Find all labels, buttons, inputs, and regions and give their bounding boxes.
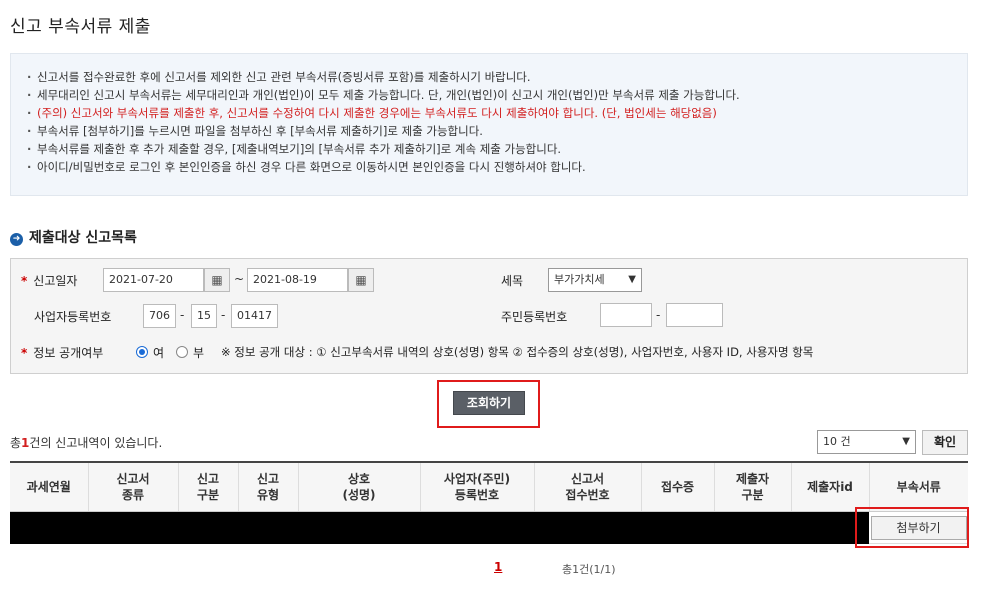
date-tilde: ~ [234,272,245,286]
notice-item: 세무대리인 신고시 부속서류는 세무대리인과 개인(법인)이 모두 제출 가능합… [27,86,967,104]
count-prefix: 총 [10,436,22,450]
attach-button-highlight [855,507,969,548]
page-title: 신고 부속서류 제출 [10,17,151,37]
notice-list: 신고서를 접수완료한 후에 신고서를 제외한 신고 관련 부속서류(증빙서류 포… [11,54,967,176]
notice-item: 아이디/비밀번호로 로그인 후 본인인증을 하신 경우 다른 화면으로 이동하시… [27,158,967,176]
page-link-1[interactable]: 1 [494,560,502,574]
tax-select[interactable]: 부가가치세 ▼ [548,268,642,292]
col-header: 과세연월 [10,461,88,512]
table-header-row: 과세연월 신고서 종류 신고 구분 신고 유형 상호 (성명) 사업자(주민) … [10,461,968,512]
tax-label: 세목 [501,274,524,288]
result-count: 총1건의 신고내역이 있습니다. [10,434,162,451]
confirm-button[interactable]: 확인 [922,430,968,455]
page-size-value: 10 건 [823,435,851,448]
disclose-label: * 정보 공개여부 [21,344,103,361]
notice-item: 신고서를 접수완료한 후에 신고서를 제외한 신고 관련 부속서류(증빙서류 포… [27,68,967,86]
bizno-field-3[interactable]: 01417 [231,304,278,328]
tax-select-value: 부가가치세 [554,273,605,286]
bizno-field-2[interactable]: 15 [191,304,217,328]
disclose-yes-label: 여 [153,346,165,360]
notice-item: 부속서류를 제출한 후 추가 제출할 경우, [제출내역보기]의 [부속서류 추… [27,140,967,158]
col-header: 신고서 종류 [87,461,178,512]
section-title: ➜ 제출대상 신고목록 [10,227,137,247]
table-row: 첨부하기 [10,511,968,544]
chevron-down-icon: ▼ [628,274,636,285]
disclose-no-radio[interactable] [176,346,188,358]
chevron-down-icon: ▼ [902,436,910,447]
notice-item-warning: (주의) 신고서와 부속서류를 제출한 후, 신고서를 수정하여 다시 제출한 … [27,104,967,122]
date-label: * 신고일자 [21,272,77,289]
disclose-note: ※ 정보 공개 대상 : ① 신고부속서류 내역의 상호(성명) 항목 ② 접수… [221,345,814,359]
calendar-icon[interactable]: ▦ [204,268,230,292]
required-mark: * [21,346,28,360]
section-title-text: 제출대상 신고목록 [29,230,137,246]
col-header: 사업자(주민) 등록번호 [419,461,534,512]
resno-field-1[interactable] [600,303,652,327]
bizno-dash: - [180,308,185,322]
col-header: 신고 유형 [237,461,298,512]
col-header: 제출자 구분 [713,461,791,512]
col-header: 접수증 [640,461,714,512]
date-to-input[interactable]: 2021-08-19 [247,268,348,292]
resno-label: 주민등록번호 [501,310,568,324]
pagination-info: 총1건(1/1) [562,563,616,576]
notice-box: 신고서를 접수완료한 후에 신고서를 제외한 신고 관련 부속서류(증빙서류 포… [10,53,968,196]
disclose-no-label: 부 [193,346,205,360]
redacted-row-data [10,511,869,544]
col-header: 신고서 접수번호 [533,461,641,512]
disclose-label-text: 정보 공개여부 [33,346,104,360]
filing-table: 과세연월 신고서 종류 신고 구분 신고 유형 상호 (성명) 사업자(주민) … [10,461,968,544]
bizno-label: 사업자등록번호 [34,310,112,324]
notice-item: 부속서류 [첨부하기]를 누르시면 파일을 첨부하신 후 [부속서류 제출하기]… [27,122,967,140]
date-label-text: 신고일자 [33,274,78,288]
search-panel: * 신고일자 2021-07-20 ▦ ~ 2021-08-19 ▦ 세목 부가가… [10,258,968,374]
col-header: 제출자id [790,461,869,512]
required-mark: * [21,274,28,288]
disclose-yes-radio[interactable] [136,346,148,358]
col-header: 상호 (성명) [297,461,420,512]
date-from-input[interactable]: 2021-07-20 [103,268,204,292]
arrow-circle-icon: ➜ [10,233,23,246]
count-suffix: 건의 신고내역이 있습니다. [29,436,163,450]
resno-dash: - [656,308,661,322]
col-header: 부속서류 [868,461,968,512]
calendar-icon[interactable]: ▦ [348,268,374,292]
search-button[interactable]: 조회하기 [453,391,525,415]
resno-field-2[interactable] [666,303,723,327]
col-header: 신고 구분 [177,461,238,512]
page-size-select[interactable]: 10 건 ▼ [817,430,916,454]
bizno-field-1[interactable]: 706 [143,304,176,328]
bizno-dash: - [221,308,226,322]
